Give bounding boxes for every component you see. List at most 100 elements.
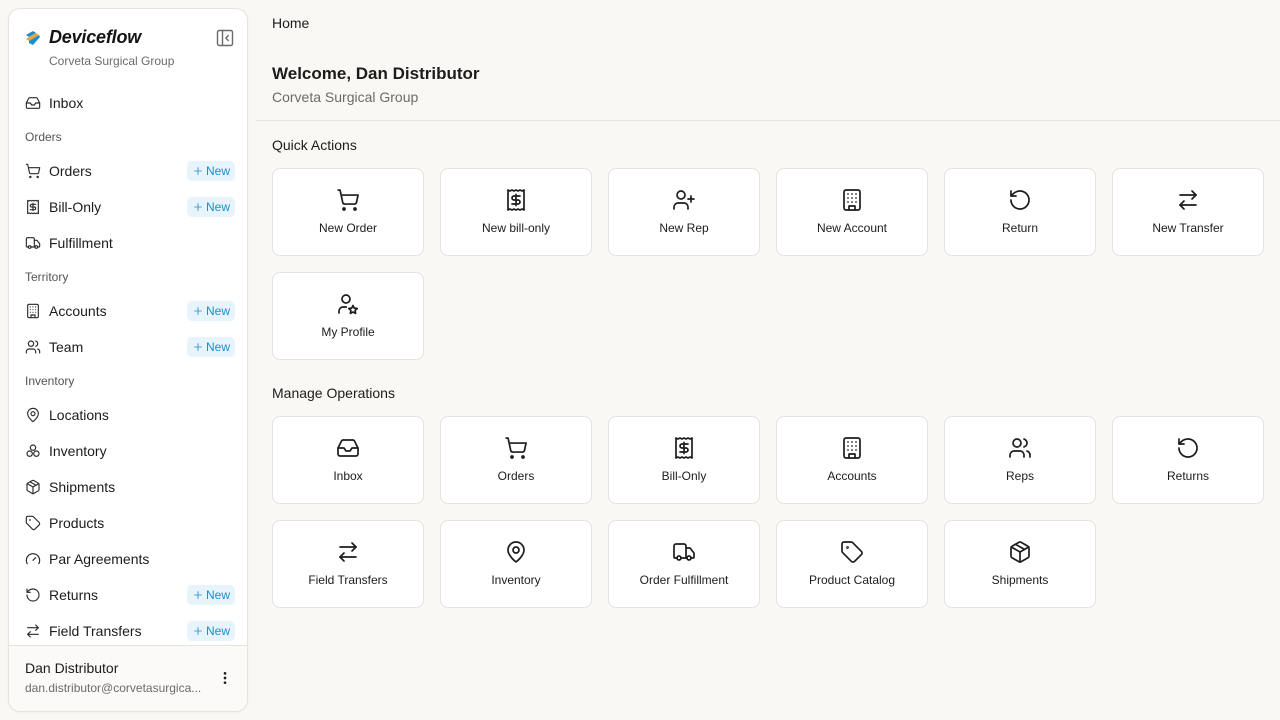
- manage-bill-only-card[interactable]: Bill-Only: [608, 416, 760, 504]
- card-label: Returns: [1167, 469, 1209, 483]
- card-label: New Account: [817, 221, 887, 235]
- page-title: Welcome, Dan Distributor: [272, 64, 480, 84]
- package-icon: [1008, 540, 1032, 564]
- sidebar-item-inventory[interactable]: Inventory: [9, 433, 247, 469]
- arrows-exchange-icon: [25, 623, 41, 639]
- manage-field-transfers-card[interactable]: Field Transfers: [272, 520, 424, 608]
- card-label: New Order: [319, 221, 377, 235]
- plus-icon: [192, 625, 204, 637]
- manage-returns-card[interactable]: Returns: [1112, 416, 1264, 504]
- quick-action-new-account-card[interactable]: New Account: [776, 168, 928, 256]
- receipt-icon: [672, 436, 696, 460]
- gauge-icon: [25, 551, 41, 567]
- cart-icon: [504, 436, 528, 460]
- sidebar: Deviceflow Corveta Surgical Group Inbox …: [8, 8, 248, 712]
- sidebar-section-territory: Territory: [9, 261, 247, 293]
- cart-icon: [336, 188, 360, 212]
- manage-inventory-card[interactable]: Inventory: [440, 520, 592, 608]
- quick-action-new-rep-card[interactable]: New Rep: [608, 168, 760, 256]
- plus-icon: [192, 201, 204, 213]
- card-label: Reps: [1006, 469, 1034, 483]
- plus-icon: [192, 165, 204, 177]
- truck-icon: [25, 235, 41, 251]
- sidebar-section-orders: Orders: [9, 121, 247, 153]
- sidebar-item-bill-only[interactable]: Bill-Only New: [9, 189, 247, 225]
- more-vertical-icon: [217, 670, 233, 686]
- sidebar-item-inbox[interactable]: Inbox: [9, 85, 247, 121]
- user-name: Dan Distributor: [25, 660, 118, 676]
- new-return-button[interactable]: New: [187, 585, 235, 605]
- brand-name: Deviceflow: [49, 27, 141, 48]
- brand: Deviceflow: [25, 27, 141, 48]
- user-menu-button[interactable]: [217, 670, 233, 686]
- quick-action-new-bill-only-card[interactable]: New bill-only: [440, 168, 592, 256]
- arrows-exchange-icon: [1176, 188, 1200, 212]
- sidebar-item-team[interactable]: Team New: [9, 329, 247, 365]
- card-label: Bill-Only: [662, 469, 707, 483]
- sidebar-item-shipments[interactable]: Shipments: [9, 469, 247, 505]
- new-badge-label: New: [206, 340, 230, 354]
- new-field-transfer-button[interactable]: New: [187, 621, 235, 641]
- boxes-icon: [25, 443, 41, 459]
- sidebar-item-label: Products: [49, 515, 104, 531]
- manage-accounts-card[interactable]: Accounts: [776, 416, 928, 504]
- building-icon: [25, 303, 41, 319]
- quick-actions-grid: New Order New bill-only New Rep New Account…: [272, 168, 1264, 360]
- card-label: New Rep: [659, 221, 708, 235]
- sidebar-item-label: Inventory: [49, 443, 107, 459]
- user-email: dan.distributor@corvetasurgica...: [25, 681, 207, 695]
- manage-product-catalog-card[interactable]: Product Catalog: [776, 520, 928, 608]
- user-star-icon: [336, 292, 360, 316]
- sidebar-item-locations[interactable]: Locations: [9, 397, 247, 433]
- quick-action-new-order-card[interactable]: New Order: [272, 168, 424, 256]
- new-bill-only-button[interactable]: New: [187, 197, 235, 217]
- sidebar-item-label: Fulfillment: [49, 235, 113, 251]
- card-label: Inbox: [333, 469, 362, 483]
- users-icon: [1008, 436, 1032, 460]
- sidebar-item-orders[interactable]: Orders New: [9, 153, 247, 189]
- sidebar-item-products[interactable]: Products: [9, 505, 247, 541]
- package-icon: [25, 479, 41, 495]
- user-menu[interactable]: Dan Distributor dan.distributor@corvetas…: [9, 645, 247, 711]
- cart-icon: [25, 163, 41, 179]
- panel-left-close-icon: [215, 28, 235, 48]
- card-label: New bill-only: [482, 221, 550, 235]
- manage-order-fulfillment-card[interactable]: Order Fulfillment: [608, 520, 760, 608]
- card-label: Return: [1002, 221, 1038, 235]
- manage-inbox-card[interactable]: Inbox: [272, 416, 424, 504]
- manage-shipments-card[interactable]: Shipments: [944, 520, 1096, 608]
- breadcrumb[interactable]: Home: [272, 15, 309, 31]
- header-divider: [256, 120, 1280, 121]
- card-label: Field Transfers: [308, 573, 387, 587]
- quick-action-my-profile-card[interactable]: My Profile: [272, 272, 424, 360]
- sidebar-item-fulfillment[interactable]: Fulfillment: [9, 225, 247, 261]
- sidebar-nav: Inbox Orders Orders New Bill-Only New Fu…: [9, 85, 247, 649]
- deviceflow-logo-icon: [25, 30, 41, 46]
- sidebar-item-accounts[interactable]: Accounts New: [9, 293, 247, 329]
- sidebar-item-label: Bill-Only: [49, 199, 101, 215]
- sidebar-item-label: Field Transfers: [49, 623, 142, 639]
- card-label: My Profile: [321, 325, 374, 339]
- rotate-ccw-icon: [25, 587, 41, 603]
- quick-action-new-transfer-card[interactable]: New Transfer: [1112, 168, 1264, 256]
- map-pin-icon: [504, 540, 528, 564]
- new-team-member-button[interactable]: New: [187, 337, 235, 357]
- sidebar-section-inventory: Inventory: [9, 365, 247, 397]
- collapse-sidebar-button[interactable]: [215, 28, 235, 48]
- sidebar-item-par-agreements[interactable]: Par Agreements: [9, 541, 247, 577]
- users-icon: [25, 339, 41, 355]
- manage-reps-card[interactable]: Reps: [944, 416, 1096, 504]
- sidebar-item-returns[interactable]: Returns New: [9, 577, 247, 613]
- quick-action-return-card[interactable]: Return: [944, 168, 1096, 256]
- new-order-button[interactable]: New: [187, 161, 235, 181]
- card-label: Orders: [498, 469, 535, 483]
- new-account-button[interactable]: New: [187, 301, 235, 321]
- sidebar-item-field-transfers[interactable]: Field Transfers New: [9, 613, 247, 649]
- user-plus-icon: [672, 188, 696, 212]
- plus-icon: [192, 341, 204, 353]
- manage-orders-card[interactable]: Orders: [440, 416, 592, 504]
- building-icon: [840, 436, 864, 460]
- new-badge-label: New: [206, 588, 230, 602]
- plus-icon: [192, 589, 204, 601]
- sidebar-item-label: Locations: [49, 407, 109, 423]
